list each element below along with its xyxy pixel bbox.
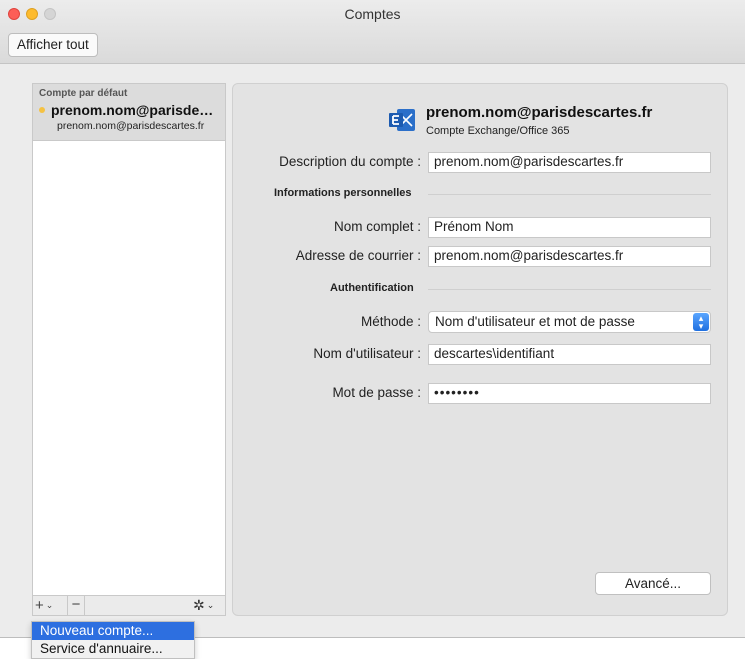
account-status-dot [39, 107, 45, 113]
account-details-panel: prenom.nom@parisdescartes.fr Compte Exch… [232, 83, 728, 616]
add-account-button[interactable]: + ⌄ [35, 596, 67, 615]
advanced-button[interactable]: Avancé... [595, 572, 711, 595]
menu-item-directory-service[interactable]: Service d'annuaire... [32, 640, 194, 658]
method-label: Méthode : [360, 314, 421, 329]
account-header: prenom.nom@parisdescartes.fr Compte Exch… [388, 103, 718, 143]
password-field[interactable]: •••••••• [428, 383, 711, 404]
account-type: Compte Exchange/Office 365 [426, 125, 570, 137]
window-title: Comptes [344, 6, 401, 22]
sidebar-group-label: Compte par défaut [39, 88, 128, 99]
email-field[interactable]: prenom.nom@parisdescartes.fr [428, 246, 711, 267]
authentication-divider [428, 289, 711, 290]
description-label: Description du compte : [279, 154, 421, 169]
sidebar-account-email: prenom.nom@parisdescartes.fr [57, 120, 205, 132]
email-label: Adresse de courrier : [295, 248, 421, 263]
sidebar-account-name: prenom.nom@parisdesc... [51, 102, 219, 118]
accounts-sidebar: Compte par défaut prenom.nom@parisdesc..… [32, 83, 226, 616]
username-field[interactable]: descartes\identifiant [428, 344, 711, 365]
chevron-down-icon: ⌄ [45, 600, 54, 610]
plus-icon: + [35, 597, 44, 614]
exchange-icon [389, 109, 415, 131]
account-title: prenom.nom@parisdescartes.fr [426, 104, 653, 121]
show-all-button[interactable]: Afficher tout [8, 33, 98, 57]
description-field[interactable]: prenom.nom@parisdescartes.fr [428, 152, 711, 173]
full-name-field[interactable]: Prénom Nom [428, 217, 711, 238]
menu-item-new-account[interactable]: Nouveau compte... [32, 622, 194, 640]
add-account-menu: Nouveau compte... Service d'annuaire... [31, 621, 195, 659]
personal-info-divider [428, 194, 711, 195]
method-select[interactable]: Nom d'utilisateur et mot de passe ▴ ▾ [428, 311, 711, 333]
chevron-down-icon: ⌄ [206, 600, 215, 610]
sidebar-item-default-account[interactable]: Compte par défaut prenom.nom@parisdesc..… [33, 84, 225, 141]
personal-info-section: Informations personnelles [274, 187, 412, 199]
select-arrows-icon: ▴ ▾ [693, 313, 709, 331]
username-label: Nom d'utilisateur : [313, 346, 421, 361]
sidebar-toolbar: + ⌄ − ✲ ⌄ [33, 595, 225, 615]
authentication-section: Authentification [330, 282, 414, 294]
accounts-window: Comptes Afficher tout Compte par défaut … [0, 0, 745, 638]
method-select-value: Nom d'utilisateur et mot de passe [435, 314, 635, 329]
full-name-label: Nom complet : [333, 219, 421, 234]
account-actions-button[interactable]: ✲ ⌄ [193, 596, 223, 615]
password-label: Mot de passe : [332, 385, 421, 400]
remove-account-button[interactable]: − [67, 596, 85, 615]
gear-icon: ✲ [193, 597, 205, 613]
title-bar: Comptes Afficher tout [0, 0, 745, 64]
